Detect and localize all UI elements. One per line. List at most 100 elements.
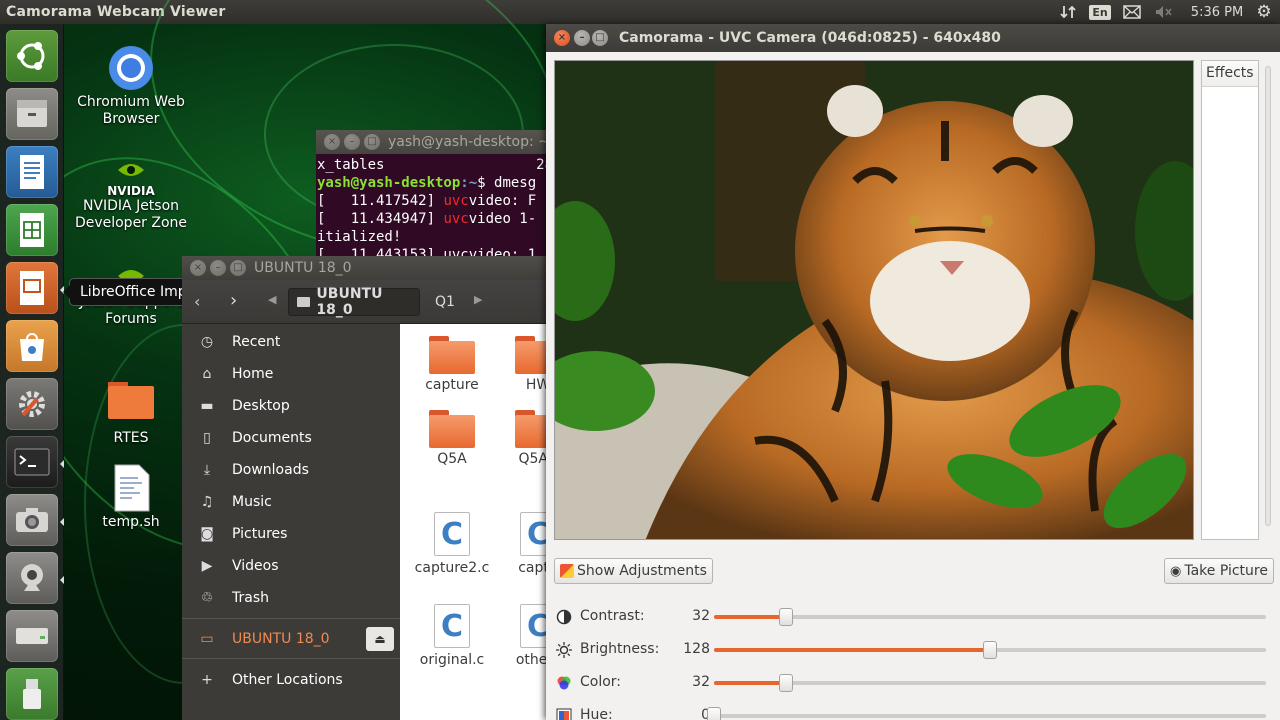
close-icon[interactable]: × — [324, 134, 340, 150]
files-sidebar: ◷ Recent ⌂ Home ▬ Desktop ▯ Documents ⤓ Downl… — [182, 324, 400, 720]
terminal-launcher-icon[interactable] — [6, 436, 58, 488]
eject-button[interactable]: ⏏ — [366, 627, 394, 651]
files-title: UBUNTU 18_0 — [254, 260, 352, 276]
back-icon[interactable]: ‹ — [194, 292, 200, 311]
brightness-slider-row: Brightness: 128 — [554, 637, 1274, 663]
take-picture-button[interactable]: ◉ Take Picture — [1164, 558, 1274, 584]
terminal-window[interactable]: × – □ yash@yash-desktop: ~ x_tables 289 … — [316, 130, 556, 260]
trash-icon: ♲ — [200, 590, 214, 606]
terminal-titlebar[interactable]: × – □ yash@yash-desktop: ~ — [316, 130, 556, 154]
file-item[interactable]: capture — [410, 336, 494, 394]
slider-handle[interactable] — [983, 641, 997, 659]
slider-handle[interactable] — [778, 608, 793, 626]
adjustments-icon — [560, 564, 574, 578]
effects-header[interactable]: Effects — [1202, 61, 1258, 87]
slider-handle[interactable] — [707, 707, 721, 720]
camera-app-icon[interactable] — [6, 494, 58, 546]
folder-icon — [429, 410, 475, 448]
files-launcher-icon[interactable] — [6, 88, 58, 140]
hue-slider-row: Hue: 0 — [554, 703, 1274, 720]
usb-drive-icon[interactable] — [6, 668, 58, 720]
contrast-slider[interactable] — [714, 608, 1266, 626]
desktop-icon-jetson-developer-zone[interactable]: NVIDIA NVIDIA Jetson Developer Zone — [71, 160, 191, 232]
desktop-icon-rtes-folder[interactable]: RTES — [71, 380, 191, 447]
path-right-arrow-icon[interactable]: ▶ — [474, 293, 482, 306]
file-item[interactable]: HW — [496, 336, 552, 394]
ubuntu-dash-icon[interactable] — [6, 30, 58, 82]
brightness-slider[interactable] — [714, 641, 1266, 659]
close-icon[interactable]: × — [554, 30, 570, 46]
keyboard-layout-indicator[interactable]: En — [1088, 0, 1112, 24]
close-icon[interactable]: × — [190, 260, 206, 276]
software-center-icon[interactable] — [6, 320, 58, 372]
webcam-viewer-icon[interactable] — [6, 552, 58, 604]
terminal-output[interactable]: x_tables 289 yash@yash-desktop:~$ dmesg … — [316, 154, 556, 260]
tiger-image — [555, 61, 1193, 539]
maximize-icon[interactable]: □ — [592, 30, 608, 46]
folder-icon: ▬ — [200, 398, 214, 414]
files-toolbar: ‹ › ◀ UBUNTU 18_0 Q1 ▶ — [182, 280, 552, 324]
minimize-icon[interactable]: – — [210, 260, 226, 276]
forward-icon[interactable]: › — [230, 290, 237, 311]
path-button-q1[interactable]: Q1 — [428, 288, 462, 316]
files-titlebar[interactable]: × – □ UBUNTU 18_0 — [182, 256, 552, 280]
system-settings-icon[interactable] — [6, 378, 58, 430]
path-left-arrow-icon[interactable]: ◀ — [268, 293, 276, 306]
slider-handle[interactable] — [778, 674, 793, 692]
network-transfer-icon[interactable] — [1056, 0, 1080, 24]
sidebar-item-pictures[interactable]: ◙ Pictures — [182, 518, 400, 550]
script-file-icon — [107, 464, 155, 512]
brightness-icon — [556, 642, 572, 658]
volume-muted-icon[interactable] — [1152, 0, 1176, 24]
drive-icon: ▭ — [200, 631, 214, 647]
drive-icon — [297, 297, 311, 307]
sidebar-item-documents[interactable]: ▯ Documents — [182, 422, 400, 454]
sidebar-item-home[interactable]: ⌂ Home — [182, 358, 400, 390]
sidebar-item-videos[interactable]: ▶ Videos — [182, 550, 400, 582]
file-item[interactable]: Cother_ — [496, 604, 552, 669]
file-item[interactable]: Ccaptu — [496, 512, 552, 577]
minimize-icon[interactable]: – — [574, 30, 590, 46]
effects-scrollbar[interactable] — [1263, 60, 1273, 532]
camorama-titlebar[interactable]: × – □ Camorama - UVC Camera (046d:0825) … — [546, 24, 1280, 52]
hue-slider[interactable] — [707, 707, 1266, 720]
files-window[interactable]: × – □ UBUNTU 18_0 ‹ › ◀ UBUNTU 18_0 Q1 ▶… — [182, 256, 552, 720]
file-item[interactable]: Q5A - — [496, 410, 552, 468]
libreoffice-writer-icon[interactable] — [6, 146, 58, 198]
terminal-title: yash@yash-desktop: ~ — [388, 134, 550, 150]
file-item[interactable]: Q5A — [410, 410, 494, 468]
effects-panel[interactable]: Effects — [1201, 60, 1259, 540]
sidebar-item-desktop[interactable]: ▬ Desktop — [182, 390, 400, 422]
sidebar-item-recent[interactable]: ◷ Recent — [182, 326, 400, 358]
path-button-ubuntu[interactable]: UBUNTU 18_0 — [288, 286, 420, 318]
maximize-icon[interactable]: □ — [230, 260, 246, 276]
sidebar-item-trash[interactable]: ♲ Trash — [182, 582, 400, 614]
sidebar-item-music[interactable]: ♫ Music — [182, 486, 400, 518]
camera-icon: ◙ — [200, 526, 214, 542]
show-adjustments-button[interactable]: Show Adjustments — [554, 558, 713, 584]
libreoffice-calc-icon[interactable] — [6, 204, 58, 256]
camera-icon: ◉ — [1170, 563, 1182, 579]
file-item[interactable]: Ccapture2.c — [410, 512, 494, 577]
camorama-window[interactable]: × – □ Camorama - UVC Camera (046d:0825) … — [546, 24, 1280, 720]
sidebar-item-other-locations[interactable]: + Other Locations — [182, 664, 400, 696]
color-slider[interactable] — [714, 674, 1266, 692]
maximize-icon[interactable]: □ — [364, 134, 380, 150]
contrast-icon — [556, 609, 572, 625]
drive-icon[interactable] — [6, 610, 58, 662]
clock[interactable]: 5:36 PM — [1186, 0, 1248, 24]
file-item[interactable]: Coriginal.c — [410, 604, 494, 669]
libreoffice-impress-icon[interactable] — [6, 262, 58, 314]
desktop-icon-temp-sh[interactable]: temp.sh — [71, 464, 191, 531]
nvidia-logo-icon: NVIDIA — [107, 160, 155, 198]
sidebar-item-downloads[interactable]: ⤓ Downloads — [182, 454, 400, 486]
c-source-file-icon: C — [434, 512, 470, 556]
minimize-icon[interactable]: – — [344, 134, 360, 150]
clock-icon: ◷ — [200, 334, 214, 350]
hue-icon — [556, 708, 572, 720]
contrast-slider-row: Contrast: 32 — [554, 604, 1274, 630]
system-gear-icon[interactable]: ⚙ — [1252, 0, 1276, 24]
desktop-icon-chromium[interactable]: Chromium Web Browser — [71, 44, 191, 128]
mail-icon[interactable] — [1120, 0, 1144, 24]
video-icon: ▶ — [201, 558, 213, 574]
